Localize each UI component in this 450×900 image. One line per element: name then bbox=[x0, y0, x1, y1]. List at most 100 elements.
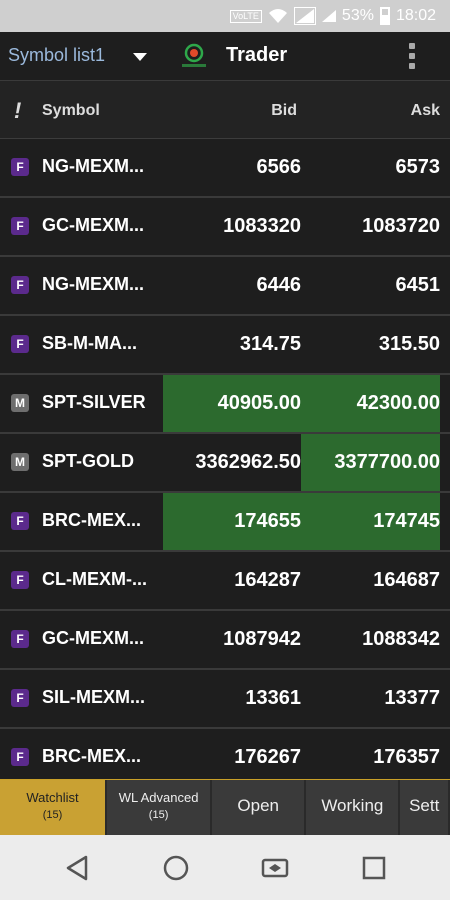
ask-cell[interactable]: 174745 bbox=[301, 493, 440, 550]
bid-value: 164287 bbox=[234, 569, 301, 591]
instrument-type-badge: M bbox=[11, 394, 29, 412]
tab-open[interactable]: Open bbox=[212, 780, 305, 836]
app-title: Trader bbox=[226, 44, 288, 66]
bid-value: 6566 bbox=[256, 156, 302, 178]
bid-cell[interactable]: 3362962.50 bbox=[163, 434, 301, 491]
tab-wl-advanced[interactable]: WL Advanced (15) bbox=[107, 780, 211, 836]
ask-value: 164687 bbox=[373, 569, 440, 591]
bid-value: 40905.00 bbox=[217, 392, 301, 414]
instrument-type-badge: F bbox=[11, 748, 29, 766]
watchlist-table[interactable]: F NG-MEXM... 6566 6573 F GC-MEXM... 1083320 108… bbox=[0, 139, 450, 779]
status-bar: VoLTE 53% 18:02 bbox=[0, 0, 450, 32]
bid-cell[interactable]: 176267 bbox=[163, 729, 301, 779]
home-icon[interactable] bbox=[159, 851, 193, 885]
ask-cell[interactable]: 164687 bbox=[301, 552, 440, 609]
signal-icon bbox=[293, 7, 316, 25]
back-icon[interactable] bbox=[60, 851, 94, 885]
table-row[interactable]: M SPT-SILVER 40905.00 42300.00 bbox=[0, 375, 450, 434]
ask-cell[interactable]: 13377 bbox=[301, 670, 440, 727]
symbol-column-header[interactable]: Symbol bbox=[42, 102, 100, 120]
bid-cell[interactable]: 314.75 bbox=[163, 316, 301, 373]
symbol-cell: SPT-GOLD bbox=[42, 451, 135, 471]
battery-percent: 53% bbox=[341, 7, 374, 24]
instrument-type-badge: F bbox=[11, 630, 29, 648]
table-row[interactable]: F SIL-MEXM... 13361 13377 bbox=[0, 670, 450, 729]
ask-column-header[interactable]: Ask bbox=[411, 102, 440, 120]
symbol-cell: NG-MEXM... bbox=[42, 156, 144, 176]
bid-value: 174655 bbox=[234, 510, 301, 532]
bid-cell[interactable]: 174655 bbox=[163, 493, 301, 550]
bid-value: 314.75 bbox=[239, 333, 301, 355]
wifi-icon bbox=[268, 9, 287, 23]
recents-icon[interactable] bbox=[357, 851, 391, 885]
symbol-cell: GC-MEXM... bbox=[42, 215, 144, 235]
tab-count: (15) bbox=[148, 809, 169, 821]
clock: 18:02 bbox=[395, 7, 436, 24]
instrument-type-badge: F bbox=[11, 276, 29, 294]
bid-cell[interactable]: 164287 bbox=[163, 552, 301, 609]
bottom-tabs: Watchlist (15) WL Advanced (15) Open Working S… bbox=[0, 779, 450, 836]
instrument-type-badge: F bbox=[11, 335, 29, 353]
table-row[interactable]: F CL-MEXM-... 164287 164687 bbox=[0, 552, 450, 611]
tab-sett[interactable]: Sett bbox=[400, 780, 448, 836]
bid-column-header[interactable]: Bid bbox=[271, 102, 297, 120]
signal-secondary-icon bbox=[321, 10, 336, 22]
battery-icon bbox=[379, 7, 390, 25]
ask-cell[interactable]: 6451 bbox=[301, 257, 441, 314]
overflow-menu-icon[interactable] bbox=[400, 40, 424, 74]
ask-cell[interactable]: 315.50 bbox=[301, 316, 440, 373]
instrument-type-badge: F bbox=[11, 571, 29, 589]
ask-cell[interactable]: 1088342 bbox=[301, 611, 440, 668]
ask-value: 6573 bbox=[395, 156, 441, 178]
ask-value: 42300.00 bbox=[356, 392, 440, 414]
bid-cell[interactable]: 1087942 bbox=[163, 611, 301, 668]
ask-cell[interactable]: 176357 bbox=[301, 729, 440, 779]
symbol-cell: BRC-MEX... bbox=[42, 510, 141, 530]
bid-cell[interactable]: 1083320 bbox=[163, 198, 301, 255]
ask-cell[interactable]: 3377700.00 bbox=[301, 434, 440, 491]
symbol-cell: SIL-MEXM... bbox=[42, 687, 145, 707]
ask-value: 3377700.00 bbox=[334, 451, 440, 473]
bid-value: 176267 bbox=[234, 746, 301, 768]
table-row[interactable]: F GC-MEXM... 1083320 1083720 bbox=[0, 198, 450, 257]
bid-value: 3362962.50 bbox=[195, 451, 301, 473]
switch-app-icon[interactable] bbox=[258, 851, 292, 885]
instrument-type-badge: F bbox=[11, 217, 29, 235]
symbol-cell: BRC-MEX... bbox=[42, 746, 141, 766]
tab-label: Watchlist bbox=[26, 790, 79, 805]
tab-label: WL Advanced bbox=[118, 790, 199, 805]
symbol-cell: GC-MEXM... bbox=[42, 628, 144, 648]
table-row[interactable]: F SB-M-MA... 314.75 315.50 bbox=[0, 316, 450, 375]
symbol-cell: SB-M-MA... bbox=[42, 333, 137, 353]
ask-value: 315.50 bbox=[378, 333, 440, 355]
ask-value: 174745 bbox=[373, 510, 440, 532]
bid-cell[interactable]: 6446 bbox=[163, 257, 302, 314]
ask-value: 6451 bbox=[395, 274, 441, 296]
chevron-down-icon[interactable] bbox=[130, 47, 150, 67]
instrument-type-badge: F bbox=[11, 689, 29, 707]
bid-cell[interactable]: 13361 bbox=[163, 670, 301, 727]
instrument-type-badge: F bbox=[11, 158, 29, 176]
flag-column-header[interactable]: ! bbox=[14, 98, 21, 124]
ask-cell[interactable]: 6573 bbox=[301, 139, 441, 196]
ask-cell[interactable]: 42300.00 bbox=[301, 375, 440, 432]
ask-cell[interactable]: 1083720 bbox=[301, 198, 440, 255]
ask-value: 13377 bbox=[384, 687, 440, 709]
table-row[interactable]: F NG-MEXM... 6566 6573 bbox=[0, 139, 450, 198]
tab-count: (15) bbox=[42, 809, 63, 821]
symbol-cell: NG-MEXM... bbox=[42, 274, 144, 294]
bid-cell[interactable]: 6566 bbox=[163, 139, 302, 196]
tab-working[interactable]: Working bbox=[306, 780, 399, 836]
table-row[interactable]: F BRC-MEX... 174655 174745 bbox=[0, 493, 450, 552]
instrument-type-badge: F bbox=[11, 512, 29, 530]
ask-value: 176357 bbox=[373, 746, 440, 768]
bid-cell[interactable]: 40905.00 bbox=[163, 375, 301, 432]
tab-label: Sett bbox=[409, 796, 440, 815]
table-row[interactable]: F BRC-MEX... 176267 176357 bbox=[0, 729, 450, 779]
system-nav-bar bbox=[0, 835, 450, 900]
table-row[interactable]: F NG-MEXM... 6446 6451 bbox=[0, 257, 450, 316]
table-row[interactable]: F GC-MEXM... 1087942 1088342 bbox=[0, 611, 450, 670]
tab-watchlist[interactable]: Watchlist (15) bbox=[0, 780, 106, 836]
symbol-list-selector[interactable]: Symbol list1 bbox=[8, 45, 105, 66]
table-row[interactable]: M SPT-GOLD 3362962.50 3377700.00 bbox=[0, 434, 450, 493]
